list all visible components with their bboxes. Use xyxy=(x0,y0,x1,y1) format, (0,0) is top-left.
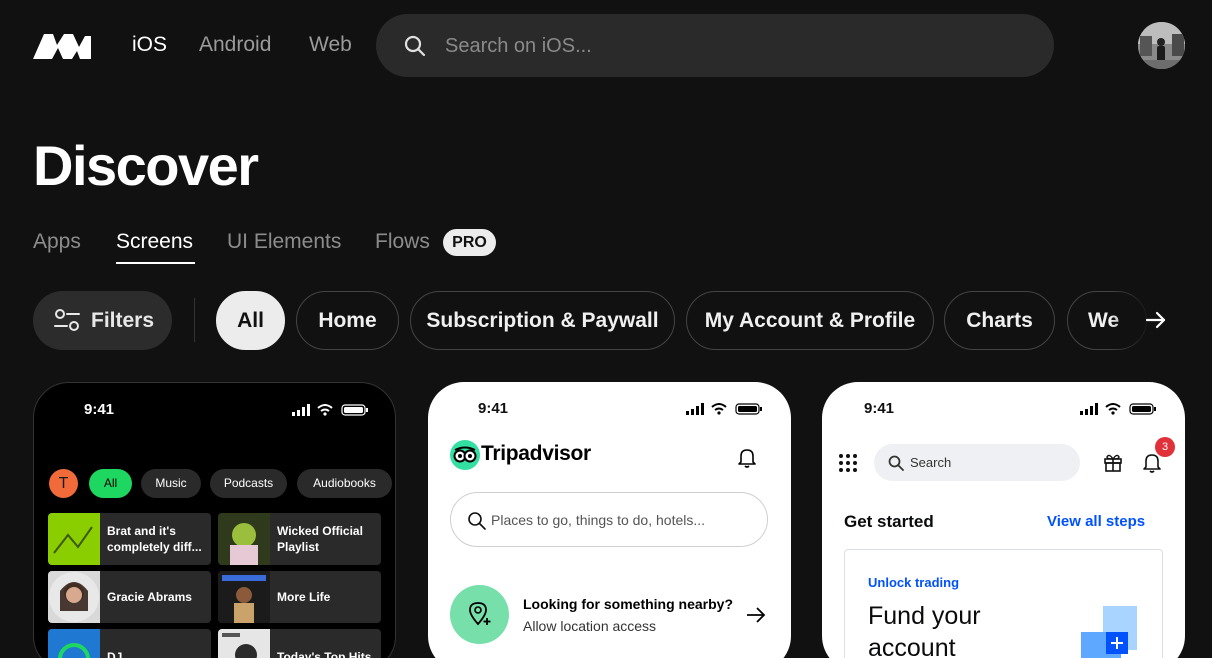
sliders-icon xyxy=(54,309,80,331)
chip-my-account-profile[interactable]: My Account & Profile xyxy=(686,291,934,350)
tile-title: DJ xyxy=(107,650,123,658)
active-tab-indicator xyxy=(116,262,195,264)
screen-card-tripadvisor[interactable]: 9:41 Tripadvisor Places to go, things to… xyxy=(428,382,791,658)
status-bar-icons xyxy=(292,404,368,416)
sp-chip-all[interactable]: All xyxy=(89,469,132,498)
dj-artwork-icon xyxy=(48,629,100,658)
fund-account-illustration-icon xyxy=(1081,606,1137,658)
album-art-brat xyxy=(48,513,100,565)
search-input[interactable]: Search on iOS... xyxy=(376,14,1054,77)
brand-name: Tripadvisor xyxy=(481,442,591,465)
panel-eyebrow: Unlock trading xyxy=(868,575,960,590)
status-time: 9:41 xyxy=(478,400,509,417)
tab-flows[interactable]: Flows xyxy=(375,230,430,254)
tile-title: Gracie Abrams xyxy=(107,590,192,604)
chip-subscription-paywall[interactable]: Subscription & Paywall xyxy=(410,291,675,350)
places-search-input[interactable]: Places to go, things to do, hotels... xyxy=(450,492,768,547)
tab-apps[interactable]: Apps xyxy=(33,230,81,254)
status-time: 9:41 xyxy=(864,400,895,417)
top-bar: iOS Android Web Search on iOS... xyxy=(0,0,1212,92)
list-item[interactable]: DJ xyxy=(48,629,211,658)
coinbase-search-input[interactable]: Search xyxy=(874,444,1080,481)
onboarding-panel[interactable]: Unlock trading Fund your account xyxy=(844,549,1163,658)
list-item[interactable]: More Life xyxy=(218,571,381,623)
search-icon xyxy=(468,512,486,530)
location-pin-button[interactable] xyxy=(450,585,509,644)
search-placeholder: Search on iOS... xyxy=(445,35,592,57)
chip-charts[interactable]: Charts xyxy=(944,291,1055,350)
search-placeholder: Search xyxy=(910,455,952,470)
list-item[interactable]: Today's Top Hits xyxy=(218,629,381,658)
profile-avatar[interactable]: T xyxy=(49,469,78,498)
status-time: 9:41 xyxy=(84,401,115,418)
search-placeholder: Places to go, things to do, hotels... xyxy=(491,512,706,528)
artist-photo-gracie xyxy=(48,571,100,623)
status-bar-icons xyxy=(686,403,762,415)
list-item[interactable]: Wicked Official Playlist xyxy=(218,513,381,565)
panel-title: Fund your account xyxy=(868,602,981,658)
gift-icon[interactable] xyxy=(1103,452,1123,472)
page-title: Discover xyxy=(33,134,259,197)
tile-title: Wicked Official Playlist xyxy=(277,524,363,554)
list-item[interactable]: Brat and it's completely diff... xyxy=(48,513,211,565)
filters-label: Filters xyxy=(91,309,155,332)
filters-button[interactable]: Filters xyxy=(33,291,172,350)
view-all-steps-link[interactable]: View all steps xyxy=(1047,513,1145,530)
search-icon xyxy=(404,35,426,57)
tile-title: Today's Top Hits xyxy=(277,650,372,658)
notification-badge: 3 xyxy=(1155,437,1175,457)
section-title: Get started xyxy=(844,512,934,531)
search-icon xyxy=(888,455,904,471)
scroll-right-arrow-icon[interactable] xyxy=(1144,308,1168,332)
list-item[interactable]: Gracie Abrams xyxy=(48,571,211,623)
screen-card-spotify[interactable]: 9:41 T All Music Podcasts Audiobooks Bra… xyxy=(33,382,396,658)
chip-all[interactable]: All xyxy=(216,291,285,350)
bell-icon[interactable] xyxy=(737,447,757,469)
platform-ios[interactable]: iOS xyxy=(132,33,167,57)
user-avatar[interactable] xyxy=(1138,22,1185,69)
playlist-art-top-hits xyxy=(218,629,270,658)
tab-ui-elements[interactable]: UI Elements xyxy=(227,230,341,254)
album-art-more-life xyxy=(218,571,270,623)
chip-divider xyxy=(194,298,195,342)
location-pin-icon xyxy=(469,602,491,626)
tile-title: Brat and it's completely diff... xyxy=(107,524,202,554)
nearby-title: Looking for something nearby? xyxy=(523,596,734,612)
mobbin-logo-icon[interactable] xyxy=(33,31,91,59)
status-bar-icons xyxy=(1080,403,1156,415)
sp-chip-podcasts[interactable]: Podcasts xyxy=(210,469,287,498)
nearby-subtitle: Allow location access xyxy=(523,618,657,634)
avatar-photo-icon xyxy=(1138,22,1185,69)
chip-home[interactable]: Home xyxy=(296,291,399,350)
platform-android[interactable]: Android xyxy=(199,33,271,57)
tile-title: More Life xyxy=(277,590,331,604)
tripadvisor-owl-icon xyxy=(450,440,480,470)
platform-web[interactable]: Web xyxy=(309,33,352,57)
album-art-wicked xyxy=(218,513,270,565)
tab-screens[interactable]: Screens xyxy=(116,230,193,254)
apps-grid-icon[interactable] xyxy=(838,453,858,473)
screen-card-coinbase[interactable]: 9:41 Search 3 Get started View all steps… xyxy=(822,382,1185,658)
pro-badge: PRO xyxy=(443,229,496,256)
sp-chip-audiobooks[interactable]: Audiobooks xyxy=(297,469,392,498)
arrow-right-icon[interactable] xyxy=(746,606,766,624)
sp-chip-music[interactable]: Music xyxy=(141,469,201,498)
